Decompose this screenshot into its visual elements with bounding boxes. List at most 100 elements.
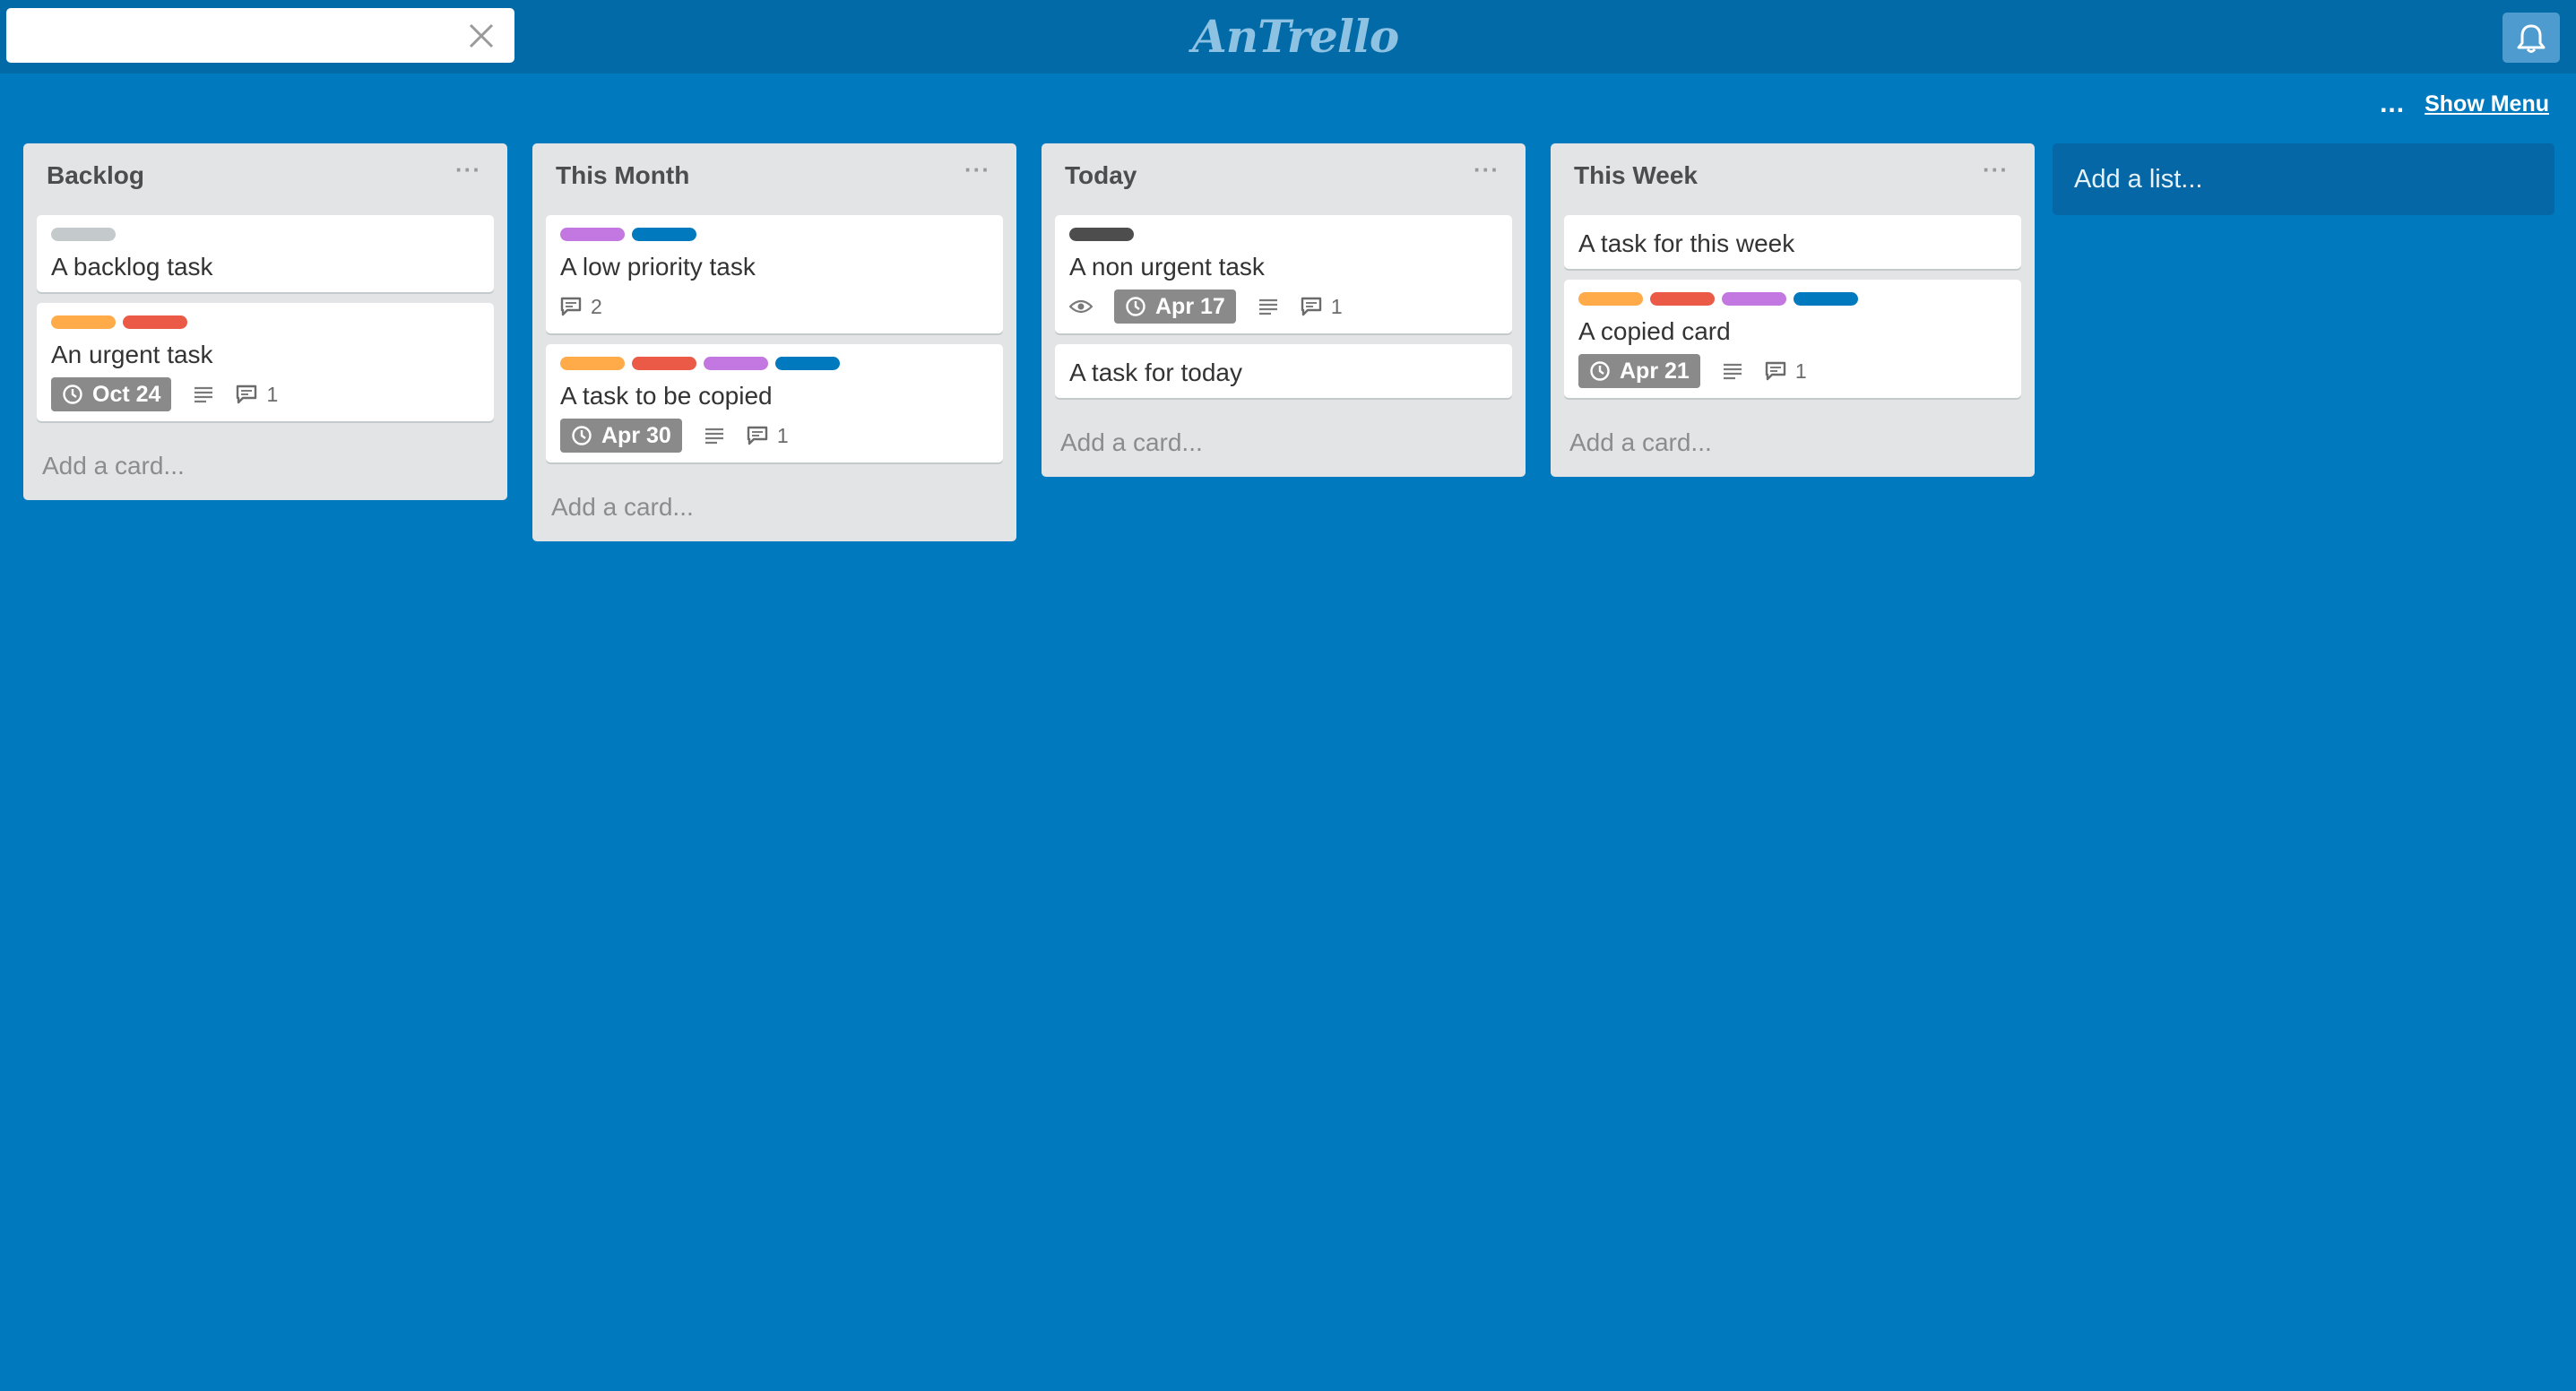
app-logo[interactable]: AnTrello — [1192, 7, 1399, 66]
comments-badge: 2 — [560, 295, 602, 319]
add-card-button[interactable]: Add a card... — [1055, 409, 1512, 462]
add-list-button[interactable]: Add a list... — [2053, 143, 2554, 215]
card-badges: Apr 21 1 — [1578, 353, 2007, 389]
due-date-badge: Apr 17 — [1114, 289, 1236, 324]
card-badges: Apr 17 1 — [1069, 289, 1498, 324]
card-labels — [1578, 292, 2007, 307]
list-header: This Month ··· — [546, 143, 1003, 215]
card-label — [632, 228, 696, 241]
list-title[interactable]: Backlog — [47, 161, 144, 190]
card[interactable]: A task for today — [1055, 344, 1512, 398]
search-input[interactable] — [6, 8, 454, 63]
card-label — [1069, 228, 1134, 241]
list-title[interactable]: This Month — [556, 161, 689, 190]
add-card-button[interactable]: Add a card... — [1564, 409, 2021, 462]
comments-count: 1 — [266, 382, 279, 406]
card-badges: Apr 30 1 — [560, 418, 989, 454]
clock-icon — [63, 384, 82, 404]
card-labels — [560, 228, 989, 242]
clock-icon — [572, 426, 592, 445]
list-header: Today ··· — [1055, 143, 1512, 215]
description-badge — [193, 385, 214, 403]
card-title: A low priority task — [560, 253, 756, 281]
card-title: A task for today — [1069, 359, 1242, 386]
comments-badge: 1 — [1301, 295, 1343, 319]
add-card-button[interactable]: Add a card... — [37, 432, 494, 486]
description-icon — [194, 386, 213, 403]
comment-icon — [1301, 297, 1322, 316]
due-date-badge: Apr 21 — [1578, 354, 1700, 388]
card-label — [1578, 292, 1643, 306]
add-card-button[interactable]: Add a card... — [546, 473, 1003, 527]
description-badge — [704, 427, 725, 445]
card-badges: 2 — [560, 289, 989, 324]
due-date-text: Apr 21 — [1620, 358, 1690, 384]
card[interactable]: An urgent task Oct 24 1 — [37, 303, 494, 421]
show-menu-link[interactable]: Show Menu — [2425, 91, 2549, 117]
card[interactable]: A non urgent task Apr 17 1 — [1055, 215, 1512, 333]
comments-count: 1 — [1330, 294, 1343, 318]
card-title: A task to be copied — [560, 382, 773, 410]
due-date-badge: Apr 30 — [560, 419, 682, 453]
card-label — [51, 315, 116, 329]
eye-icon — [1069, 299, 1093, 314]
notifications-button[interactable] — [2503, 13, 2560, 63]
clock-icon — [1590, 361, 1610, 381]
list-title[interactable]: This Week — [1574, 161, 1698, 190]
search-box[interactable] — [6, 8, 514, 63]
comment-icon — [1765, 361, 1786, 381]
comment-icon — [237, 384, 257, 404]
comments-count: 1 — [1794, 359, 1807, 383]
card-label — [1722, 292, 1786, 306]
watching-badge — [1069, 298, 1093, 315]
list-menu-icon[interactable]: ··· — [964, 156, 990, 184]
comments-badge: 1 — [747, 424, 789, 448]
card[interactable]: A task to be copied Apr 30 1 — [546, 344, 1003, 462]
card-badges: Oct 24 1 — [51, 376, 480, 412]
list-header: This Week ··· — [1564, 143, 2021, 215]
card[interactable]: A low priority task 2 — [546, 215, 1003, 333]
comment-icon — [560, 297, 582, 316]
comments-badge: 1 — [1765, 359, 1807, 384]
card[interactable]: A task for this week — [1564, 215, 2021, 269]
card[interactable]: A backlog task — [37, 215, 494, 292]
due-date-text: Apr 30 — [601, 422, 671, 448]
card-label — [704, 357, 768, 370]
list-menu-icon[interactable]: ··· — [1474, 156, 1500, 184]
description-badge — [1722, 362, 1743, 380]
due-date-badge: Oct 24 — [51, 377, 172, 411]
comment-icon — [747, 426, 768, 445]
card-labels — [51, 228, 480, 242]
comments-badge: 1 — [236, 383, 278, 407]
card-title: A non urgent task — [1069, 253, 1265, 281]
card-label — [51, 228, 116, 241]
list-title[interactable]: Today — [1065, 161, 1137, 190]
card-labels — [560, 357, 989, 371]
close-icon[interactable] — [466, 21, 497, 51]
card-labels — [51, 315, 480, 330]
list-menu-icon[interactable]: ··· — [455, 156, 481, 184]
due-date-text: Oct 24 — [92, 381, 161, 407]
app-header: AnTrello — [0, 0, 2576, 73]
list: Backlog ··· A backlog task An urgent task Oc… — [23, 143, 507, 500]
comments-count: 1 — [776, 423, 789, 447]
card[interactable]: A copied card Apr 21 1 — [1564, 280, 2021, 398]
list: Today ··· A non urgent task Apr 17 1 A task f… — [1042, 143, 1526, 477]
card-label — [560, 357, 625, 370]
card-title: A copied card — [1578, 317, 1731, 345]
description-icon — [705, 428, 723, 445]
card-label — [560, 228, 625, 241]
list: This Month ··· A low priority task 2 A task … — [532, 143, 1016, 541]
due-date-text: Apr 17 — [1155, 293, 1225, 319]
card-label — [632, 357, 696, 370]
list-menu-icon[interactable]: ··· — [1983, 156, 2009, 184]
comments-count: 2 — [591, 294, 602, 318]
list: This Week ··· A task for this week A copied… — [1551, 143, 2035, 477]
card-title: An urgent task — [51, 341, 213, 368]
card-label — [123, 315, 187, 329]
description-icon — [1258, 298, 1277, 315]
card-title: A backlog task — [51, 253, 213, 281]
more-icon[interactable]: ... — [2380, 91, 2405, 117]
description-icon — [1723, 363, 1742, 380]
card-label — [1650, 292, 1715, 306]
